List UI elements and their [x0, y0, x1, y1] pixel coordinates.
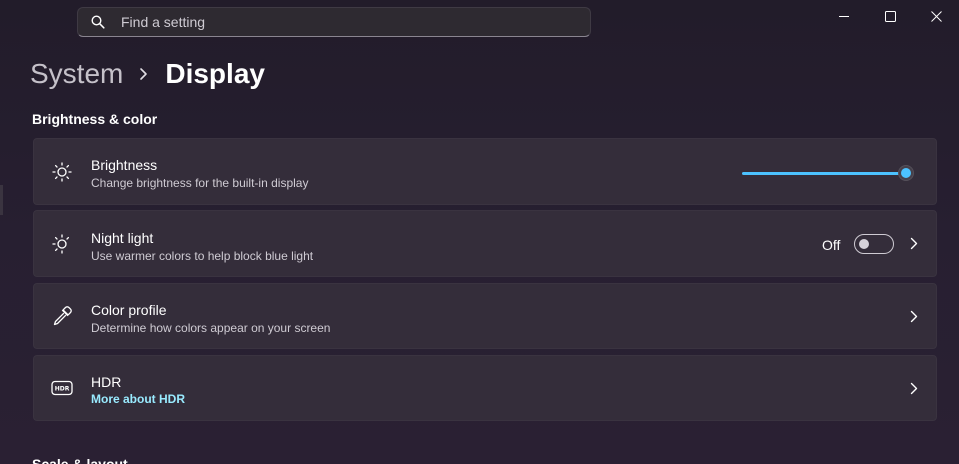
- chevron-right-icon[interactable]: [908, 380, 920, 396]
- toggle-knob: [859, 239, 869, 249]
- breadcrumb: System Display: [30, 56, 265, 92]
- search-box[interactable]: [77, 7, 591, 37]
- hdr-title: HDR: [91, 374, 122, 390]
- minimize-button[interactable]: [821, 0, 867, 32]
- sidebar-edge: [0, 185, 3, 215]
- slider-thumb[interactable]: [898, 165, 914, 181]
- night-light-icon: [51, 233, 73, 255]
- maximize-icon: [884, 10, 896, 22]
- hdr-card[interactable]: HDR HDR More about HDR: [33, 355, 937, 421]
- svg-text:HDR: HDR: [55, 386, 70, 393]
- close-icon: [930, 10, 942, 22]
- brightness-description: Change brightness for the built-in displ…: [91, 176, 309, 190]
- chevron-right-icon[interactable]: [908, 308, 920, 324]
- eyedropper-icon: [51, 305, 73, 327]
- hdr-icon: HDR: [51, 377, 73, 399]
- minimize-icon: [838, 15, 849, 17]
- color-profile-description: Determine how colors appear on your scre…: [91, 321, 331, 335]
- breadcrumb-parent[interactable]: System: [30, 56, 123, 92]
- section-title-brightness-color: Brightness & color: [32, 111, 158, 127]
- maximize-button[interactable]: [867, 0, 913, 32]
- night-light-toggle[interactable]: [854, 234, 894, 254]
- page-title: Display: [165, 58, 265, 89]
- color-profile-title: Color profile: [91, 302, 167, 318]
- more-about-hdr-link[interactable]: More about HDR: [91, 392, 185, 406]
- color-profile-card[interactable]: Color profile Determine how colors appea…: [33, 283, 937, 349]
- slider-track[interactable]: [742, 172, 912, 175]
- brightness-slider[interactable]: [742, 163, 922, 183]
- search-icon: [91, 15, 105, 29]
- close-button[interactable]: [913, 0, 959, 32]
- section-title-scale-layout: Scale & layout: [32, 456, 128, 464]
- chevron-right-icon: [139, 67, 149, 81]
- brightness-title: Brightness: [91, 157, 158, 173]
- search-input[interactable]: [119, 13, 543, 31]
- night-light-title: Night light: [91, 230, 154, 246]
- night-light-card[interactable]: Night light Use warmer colors to help bl…: [33, 210, 937, 277]
- window-controls: [821, 0, 959, 32]
- brightness-card: Brightness Change brightness for the bui…: [33, 138, 937, 205]
- night-light-description: Use warmer colors to help block blue lig…: [91, 249, 314, 263]
- night-light-state-label: Off: [822, 237, 841, 253]
- sun-icon: [51, 161, 73, 183]
- chevron-right-icon[interactable]: [908, 236, 920, 252]
